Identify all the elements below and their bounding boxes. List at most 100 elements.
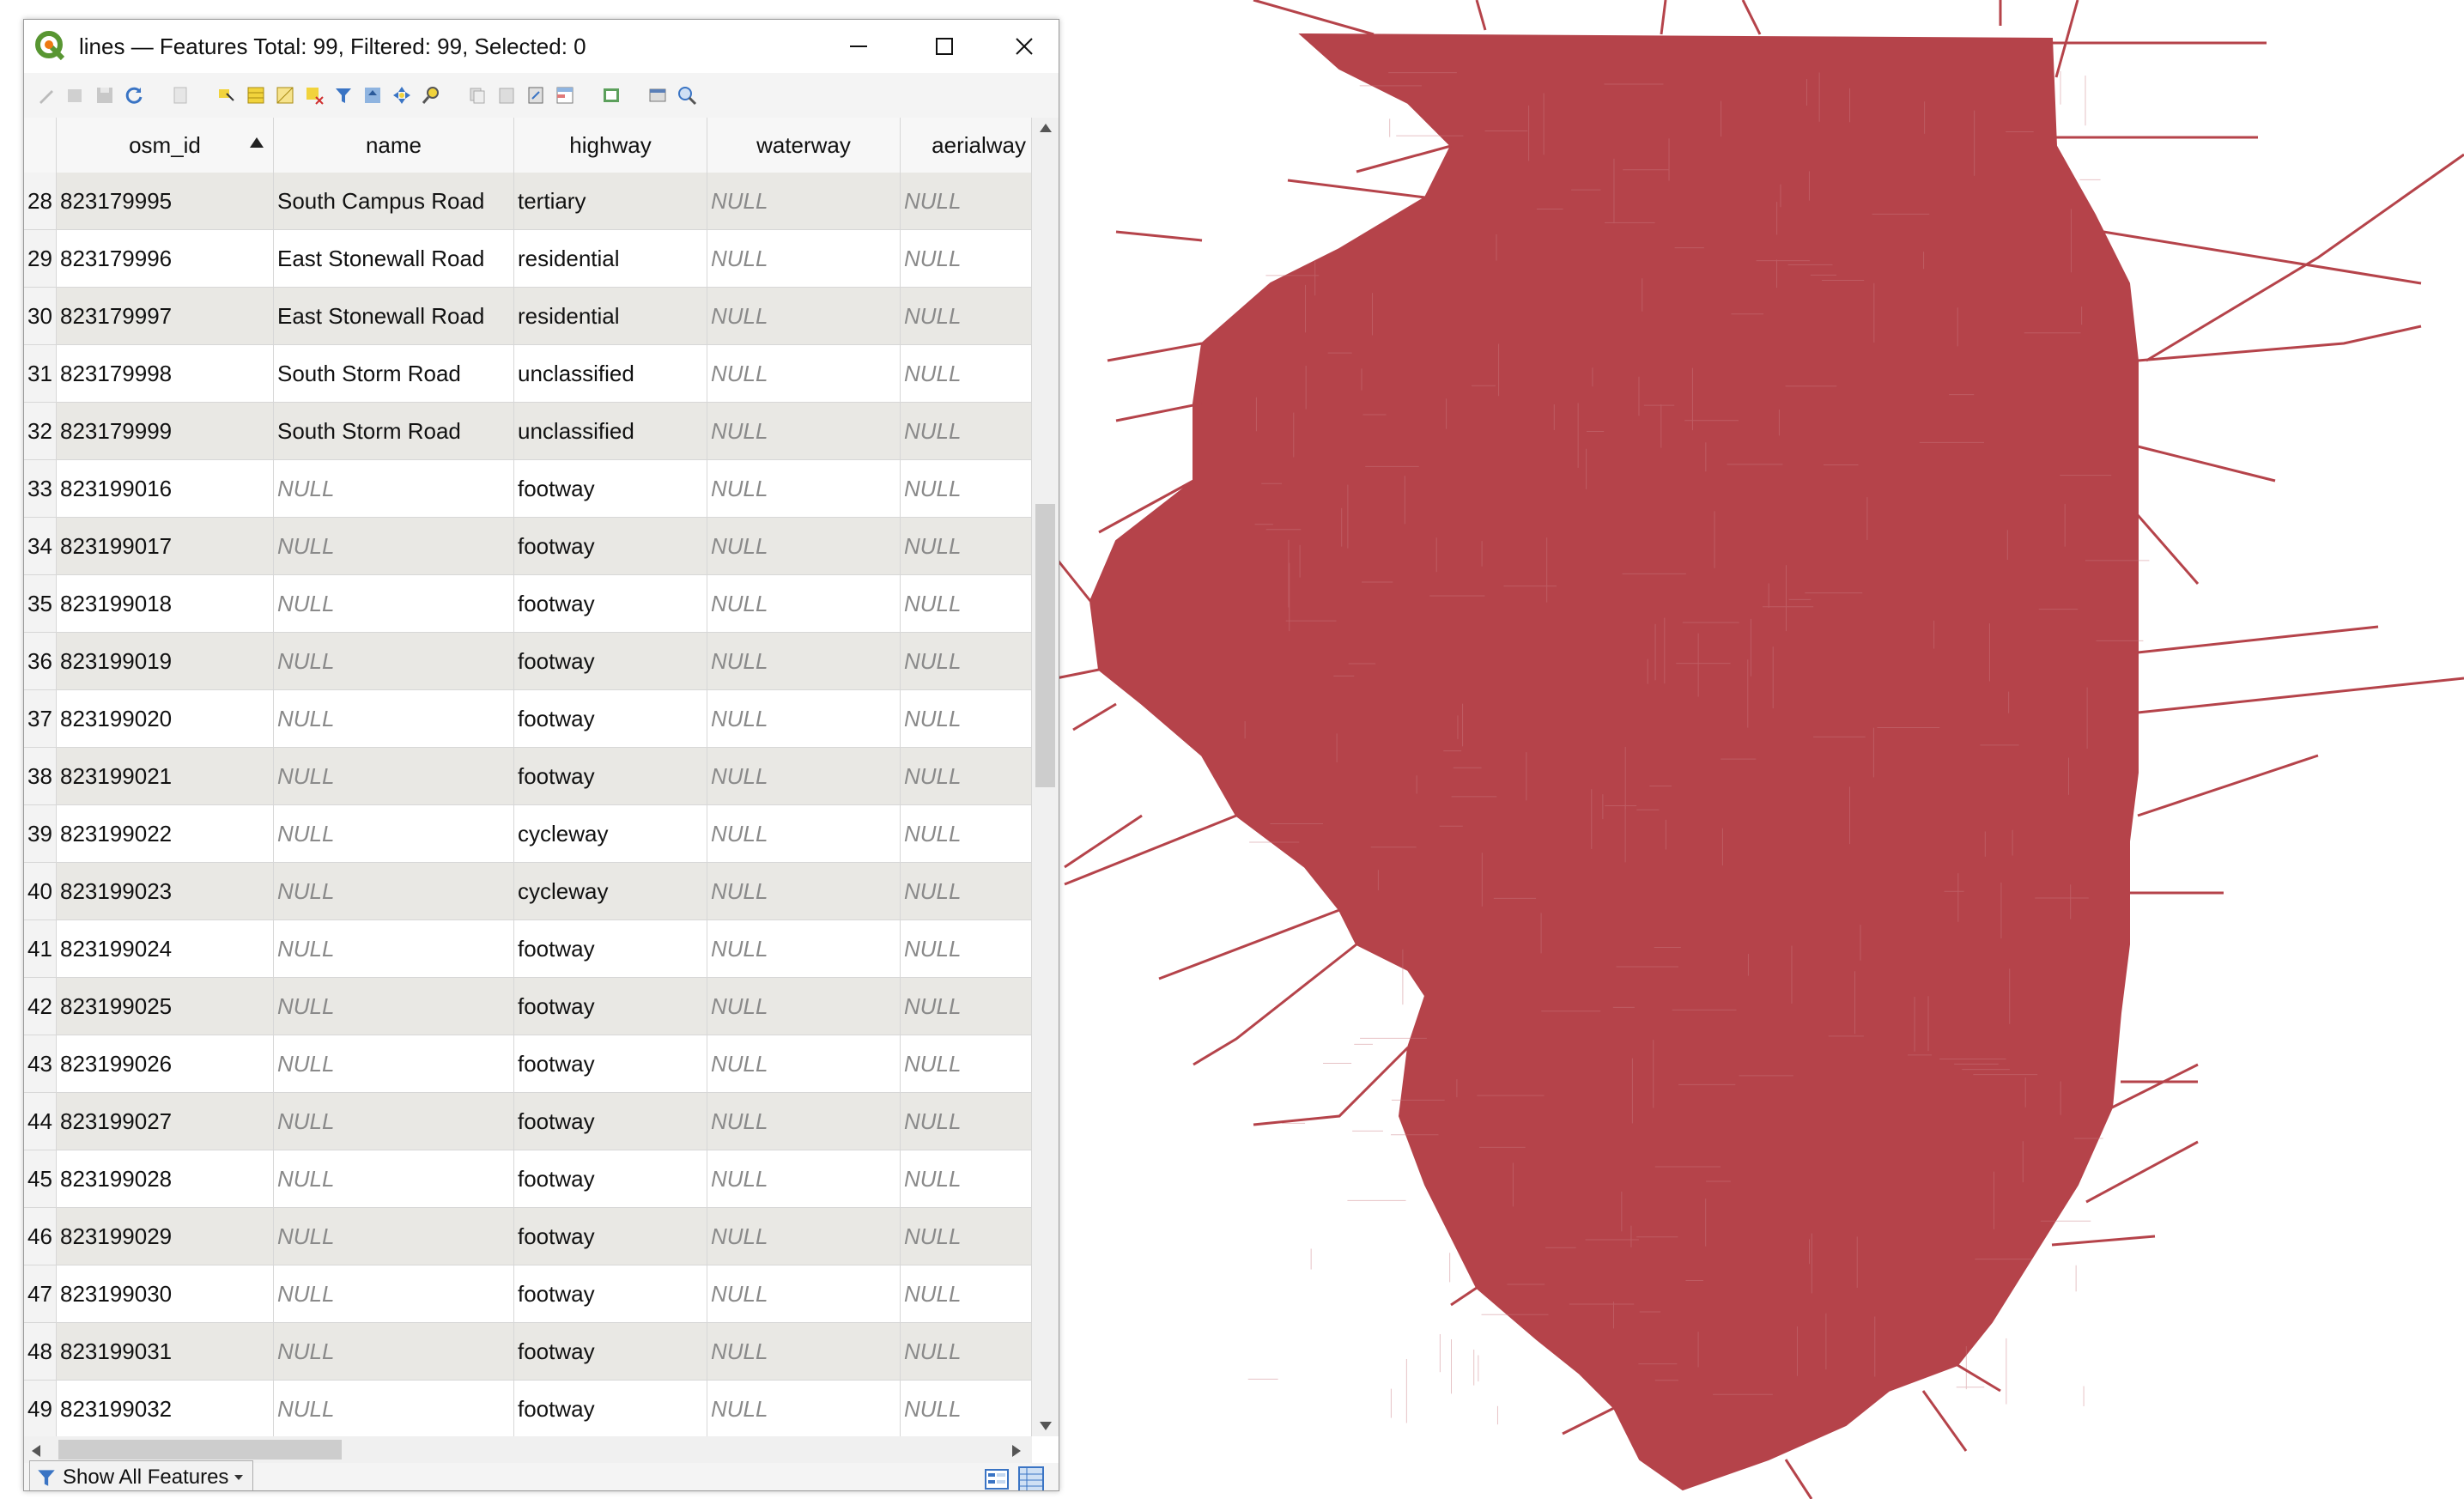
row-number[interactable]: 43 xyxy=(24,1035,57,1092)
row-header-corner[interactable] xyxy=(24,118,57,173)
cell-name[interactable]: NULL xyxy=(274,748,514,804)
column-header-waterway[interactable]: waterway xyxy=(707,118,901,173)
table-row[interactable]: 43 823199026 NULL footway NULL NULL xyxy=(24,1035,1032,1093)
cell-name[interactable]: South Storm Road xyxy=(274,403,514,459)
table-row[interactable]: 36 823199019 NULL footway NULL NULL xyxy=(24,633,1032,690)
cell-name[interactable]: NULL xyxy=(274,1035,514,1092)
show-all-features-button[interactable]: Show All Features xyxy=(29,1460,254,1490)
row-number[interactable]: 38 xyxy=(24,748,57,804)
table-row[interactable]: 28 823179995 South Campus Road tertiary NULL… xyxy=(24,173,1032,230)
cell-aerialway[interactable]: NULL xyxy=(901,920,1032,977)
cell-highway[interactable]: footway xyxy=(514,575,707,632)
scroll-up-icon[interactable] xyxy=(1039,123,1053,133)
table-row[interactable]: 38 823199021 NULL footway NULL NULL xyxy=(24,748,1032,805)
cell-waterway[interactable]: NULL xyxy=(707,173,901,229)
cell-name[interactable]: NULL xyxy=(274,1265,514,1322)
cell-highway[interactable]: footway xyxy=(514,1150,707,1207)
cell-highway[interactable]: footway xyxy=(514,1381,707,1436)
cell-aerialway[interactable]: NULL xyxy=(901,345,1032,402)
cell-name[interactable]: NULL xyxy=(274,518,514,574)
table-row[interactable]: 41 823199024 NULL footway NULL NULL xyxy=(24,920,1032,978)
dock-icon[interactable] xyxy=(599,83,623,107)
table-row[interactable]: 35 823199018 NULL footway NULL NULL xyxy=(24,575,1032,633)
cell-osm-id[interactable]: 823199028 xyxy=(57,1150,274,1207)
row-number[interactable]: 39 xyxy=(24,805,57,862)
cell-aerialway[interactable]: NULL xyxy=(901,230,1032,287)
table-row[interactable]: 46 823199029 NULL footway NULL NULL xyxy=(24,1208,1032,1265)
cell-highway[interactable]: footway xyxy=(514,748,707,804)
zoom-icon[interactable] xyxy=(675,83,699,107)
cell-osm-id[interactable]: 823199030 xyxy=(57,1265,274,1322)
cell-osm-id[interactable]: 823199016 xyxy=(57,460,274,517)
invert-selection-icon[interactable] xyxy=(273,83,297,107)
cell-name[interactable]: NULL xyxy=(274,863,514,919)
cell-osm-id[interactable]: 823199029 xyxy=(57,1208,274,1265)
zoom-to-selection-icon[interactable] xyxy=(419,83,443,107)
cell-aerialway[interactable]: NULL xyxy=(901,575,1032,632)
scroll-left-icon[interactable] xyxy=(31,1444,41,1458)
column-header-highway[interactable]: highway xyxy=(514,118,707,173)
cell-name[interactable]: NULL xyxy=(274,1381,514,1436)
move-to-top-icon[interactable] xyxy=(361,83,385,107)
cell-osm-id[interactable]: 823199032 xyxy=(57,1381,274,1436)
column-header-name[interactable]: name xyxy=(274,118,514,173)
cell-osm-id[interactable]: 823179995 xyxy=(57,173,274,229)
cell-highway[interactable]: footway xyxy=(514,690,707,747)
cell-name[interactable]: East Stonewall Road xyxy=(274,288,514,344)
cell-osm-id[interactable]: 823179997 xyxy=(57,288,274,344)
cell-aerialway[interactable]: NULL xyxy=(901,1208,1032,1265)
cell-name[interactable]: NULL xyxy=(274,460,514,517)
cell-name[interactable]: NULL xyxy=(274,1150,514,1207)
row-number[interactable]: 32 xyxy=(24,403,57,459)
cell-waterway[interactable]: NULL xyxy=(707,1208,901,1265)
row-number[interactable]: 37 xyxy=(24,690,57,747)
cell-osm-id[interactable]: 823199018 xyxy=(57,575,274,632)
table-row[interactable]: 34 823199017 NULL footway NULL NULL xyxy=(24,518,1032,575)
cell-aerialway[interactable]: NULL xyxy=(901,978,1032,1035)
cell-highway[interactable]: cycleway xyxy=(514,863,707,919)
row-number[interactable]: 41 xyxy=(24,920,57,977)
close-button[interactable] xyxy=(990,20,1059,73)
cell-osm-id[interactable]: 823199020 xyxy=(57,690,274,747)
cell-osm-id[interactable]: 823199023 xyxy=(57,863,274,919)
row-number[interactable]: 49 xyxy=(24,1381,57,1436)
cell-aerialway[interactable]: NULL xyxy=(901,288,1032,344)
deselect-icon[interactable] xyxy=(302,83,326,107)
cell-highway[interactable]: footway xyxy=(514,1093,707,1150)
row-number[interactable]: 45 xyxy=(24,1150,57,1207)
row-number[interactable]: 47 xyxy=(24,1265,57,1322)
cell-aerialway[interactable]: NULL xyxy=(901,748,1032,804)
cell-waterway[interactable]: NULL xyxy=(707,230,901,287)
cell-highway[interactable]: cycleway xyxy=(514,805,707,862)
cell-aerialway[interactable]: NULL xyxy=(901,1381,1032,1436)
cell-waterway[interactable]: NULL xyxy=(707,575,901,632)
cell-osm-id[interactable]: 823199019 xyxy=(57,633,274,689)
cell-name[interactable]: NULL xyxy=(274,920,514,977)
cell-aerialway[interactable]: NULL xyxy=(901,1093,1032,1150)
cell-osm-id[interactable]: 823199026 xyxy=(57,1035,274,1092)
horizontal-scrollbar[interactable] xyxy=(24,1436,1032,1463)
cell-highway[interactable]: residential xyxy=(514,288,707,344)
table-row[interactable]: 47 823199030 NULL footway NULL NULL xyxy=(24,1265,1032,1323)
row-number[interactable]: 30 xyxy=(24,288,57,344)
table-row[interactable]: 40 823199023 NULL cycleway NULL NULL xyxy=(24,863,1032,920)
cell-osm-id[interactable]: 823199025 xyxy=(57,978,274,1035)
select-all-icon[interactable] xyxy=(244,83,268,107)
row-number[interactable]: 35 xyxy=(24,575,57,632)
scroll-right-icon[interactable] xyxy=(1011,1444,1022,1458)
actions-icon[interactable] xyxy=(646,83,670,107)
cell-waterway[interactable]: NULL xyxy=(707,1035,901,1092)
table-row[interactable]: 39 823199022 NULL cycleway NULL NULL xyxy=(24,805,1032,863)
cell-aerialway[interactable]: NULL xyxy=(901,863,1032,919)
table-row[interactable]: 48 823199031 NULL footway NULL NULL xyxy=(24,1323,1032,1381)
save-icon[interactable] xyxy=(93,83,117,107)
cell-highway[interactable]: footway xyxy=(514,1208,707,1265)
row-number[interactable]: 42 xyxy=(24,978,57,1035)
cell-aerialway[interactable]: NULL xyxy=(901,403,1032,459)
cell-name[interactable]: East Stonewall Road xyxy=(274,230,514,287)
cell-highway[interactable]: footway xyxy=(514,920,707,977)
filter-icon[interactable] xyxy=(331,83,355,107)
cell-name[interactable]: NULL xyxy=(274,978,514,1035)
cell-waterway[interactable]: NULL xyxy=(707,920,901,977)
cell-highway[interactable]: tertiary xyxy=(514,173,707,229)
